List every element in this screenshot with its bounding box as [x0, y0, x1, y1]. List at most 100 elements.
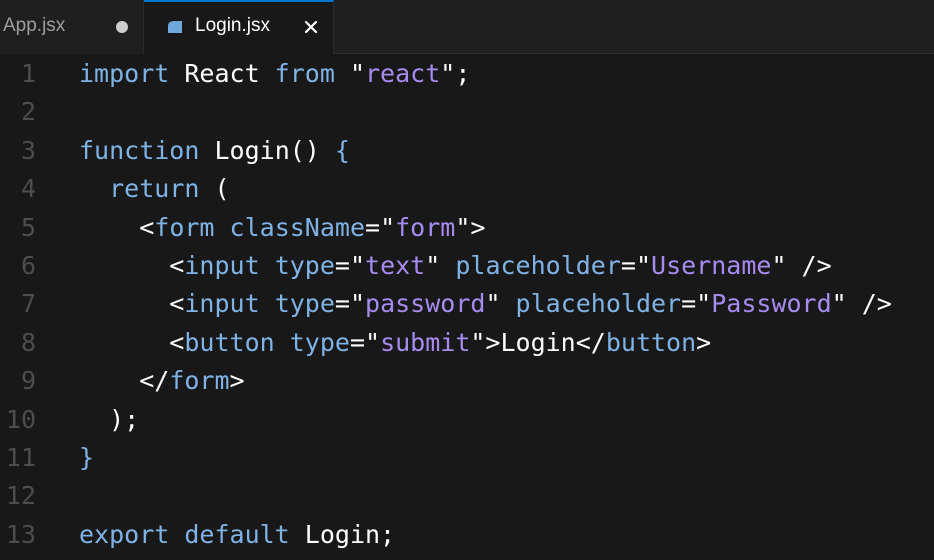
line-number: 2: [20, 97, 36, 127]
code-token: button: [605, 327, 697, 357]
unsaved-dot-icon[interactable]: [116, 21, 128, 33]
code-token: ">Login</: [470, 327, 606, 357]
code-token: </: [79, 366, 170, 396]
code-token: return: [109, 174, 200, 204]
code-token: export: [79, 519, 170, 549]
code-line[interactable]: 13 export default Login;: [0, 516, 934, 554]
code-token: form: [154, 212, 215, 242]
line-number: 10: [5, 404, 36, 434]
code-token: placeholder: [455, 251, 621, 280]
code-token: ": [485, 289, 516, 319]
line-content: </form>: [79, 362, 245, 400]
code-token: input: [184, 251, 260, 280]
tab-bar: App.jsx Login.jsx: [0, 0, 934, 54]
code-line[interactable]: 4 return (: [0, 170, 934, 208]
code-token: form: [395, 212, 456, 242]
code-token: =": [620, 251, 652, 280]
code-token: ";: [440, 59, 471, 88]
code-token: button: [184, 327, 275, 357]
line-content: <input type="text" placeholder="Username…: [79, 247, 832, 285]
code-token: ": [334, 59, 365, 88]
code-token: <: [79, 212, 155, 242]
code-line[interactable]: 12: [0, 477, 934, 515]
code-token: placeholder: [515, 289, 682, 319]
line-content: import React from "react";: [79, 55, 470, 93]
code-line[interactable]: 11}: [0, 439, 934, 477]
code-token: <: [79, 327, 185, 357]
close-icon[interactable]: [304, 20, 318, 34]
code-line[interactable]: 1 import React from "react";: [0, 55, 934, 93]
line-number: 5: [20, 212, 36, 242]
code-line[interactable]: 6 <input type="text" placeholder="Userna…: [0, 247, 934, 285]
code-area[interactable]: 1 import React from "react"; 2 3 function Lo…: [0, 54, 934, 560]
code-token: =": [349, 327, 381, 357]
code-line[interactable]: 9 </form>: [0, 362, 934, 400]
code-token: <: [79, 251, 185, 280]
line-content: return (: [79, 170, 229, 208]
code-line[interactable]: 8 <button type="submit">Login</button>: [0, 324, 934, 362]
line-number: 13: [5, 519, 36, 549]
code-line[interactable]: 5 <form className="form">: [0, 209, 934, 247]
code-line[interactable]: 2: [0, 93, 934, 131]
line-number: 1: [20, 59, 36, 88]
line-number: 7: [20, 289, 36, 319]
code-token: type: [274, 251, 335, 280]
code-token: from: [274, 59, 335, 88]
code-token: ": [425, 251, 456, 280]
code-line[interactable]: 7 <input type="password" placeholder="Pa…: [0, 285, 934, 323]
code-token: ">: [455, 212, 486, 242]
line-content: }: [79, 439, 94, 477]
code-token: React: [169, 59, 275, 88]
code-token: Password: [711, 289, 832, 319]
code-token: >: [229, 366, 245, 396]
line-number: 11: [5, 443, 36, 472]
code-token: function: [79, 135, 200, 165]
line-number: 12: [5, 481, 36, 511]
tab-app-jsx[interactable]: App.jsx: [0, 0, 144, 54]
code-token: =": [334, 289, 366, 319]
code-editor: App.jsx Login.jsx 1 import React from "re…: [0, 0, 934, 560]
code-token: type: [274, 289, 335, 319]
code-token: Login;: [289, 519, 396, 549]
line-content: <input type="password" placeholder="Pass…: [79, 285, 892, 323]
line-number: 4: [20, 174, 36, 204]
code-token: );: [79, 404, 140, 434]
code-token: =": [681, 289, 712, 319]
code-token: password: [365, 289, 486, 319]
react-file-icon: [168, 21, 182, 33]
code-token: react: [365, 59, 441, 88]
code-token: (): [289, 135, 335, 165]
code-token: =": [365, 212, 396, 242]
tab-label: App.jsx: [3, 15, 66, 36]
code-token: " />: [771, 251, 832, 280]
code-token: className: [229, 212, 366, 242]
line-number: 3: [20, 135, 36, 165]
tab-label: Login.jsx: [195, 15, 270, 36]
code-token: type: [289, 327, 350, 357]
line-content: function Login() {: [79, 132, 350, 170]
code-token: Username: [651, 251, 772, 280]
code-token: submit: [380, 327, 471, 357]
code-line[interactable]: 3 function Login() {: [0, 132, 934, 170]
code-token: input: [184, 289, 260, 319]
code-line[interactable]: 10 );: [0, 401, 934, 439]
code-token: " />: [831, 289, 892, 319]
code-token: <: [79, 289, 185, 319]
code-token: Login: [214, 135, 290, 165]
code-token: >: [696, 327, 712, 357]
tab-login-jsx[interactable]: Login.jsx: [144, 0, 334, 54]
code-token: form: [169, 366, 230, 396]
line-content: );: [79, 401, 139, 439]
code-token: import: [79, 59, 170, 88]
line-number: 8: [20, 327, 36, 357]
code-token: {: [334, 135, 350, 165]
line-content: <button type="submit">Login</button>: [79, 324, 711, 362]
line-content: <form className="form">: [79, 209, 485, 247]
